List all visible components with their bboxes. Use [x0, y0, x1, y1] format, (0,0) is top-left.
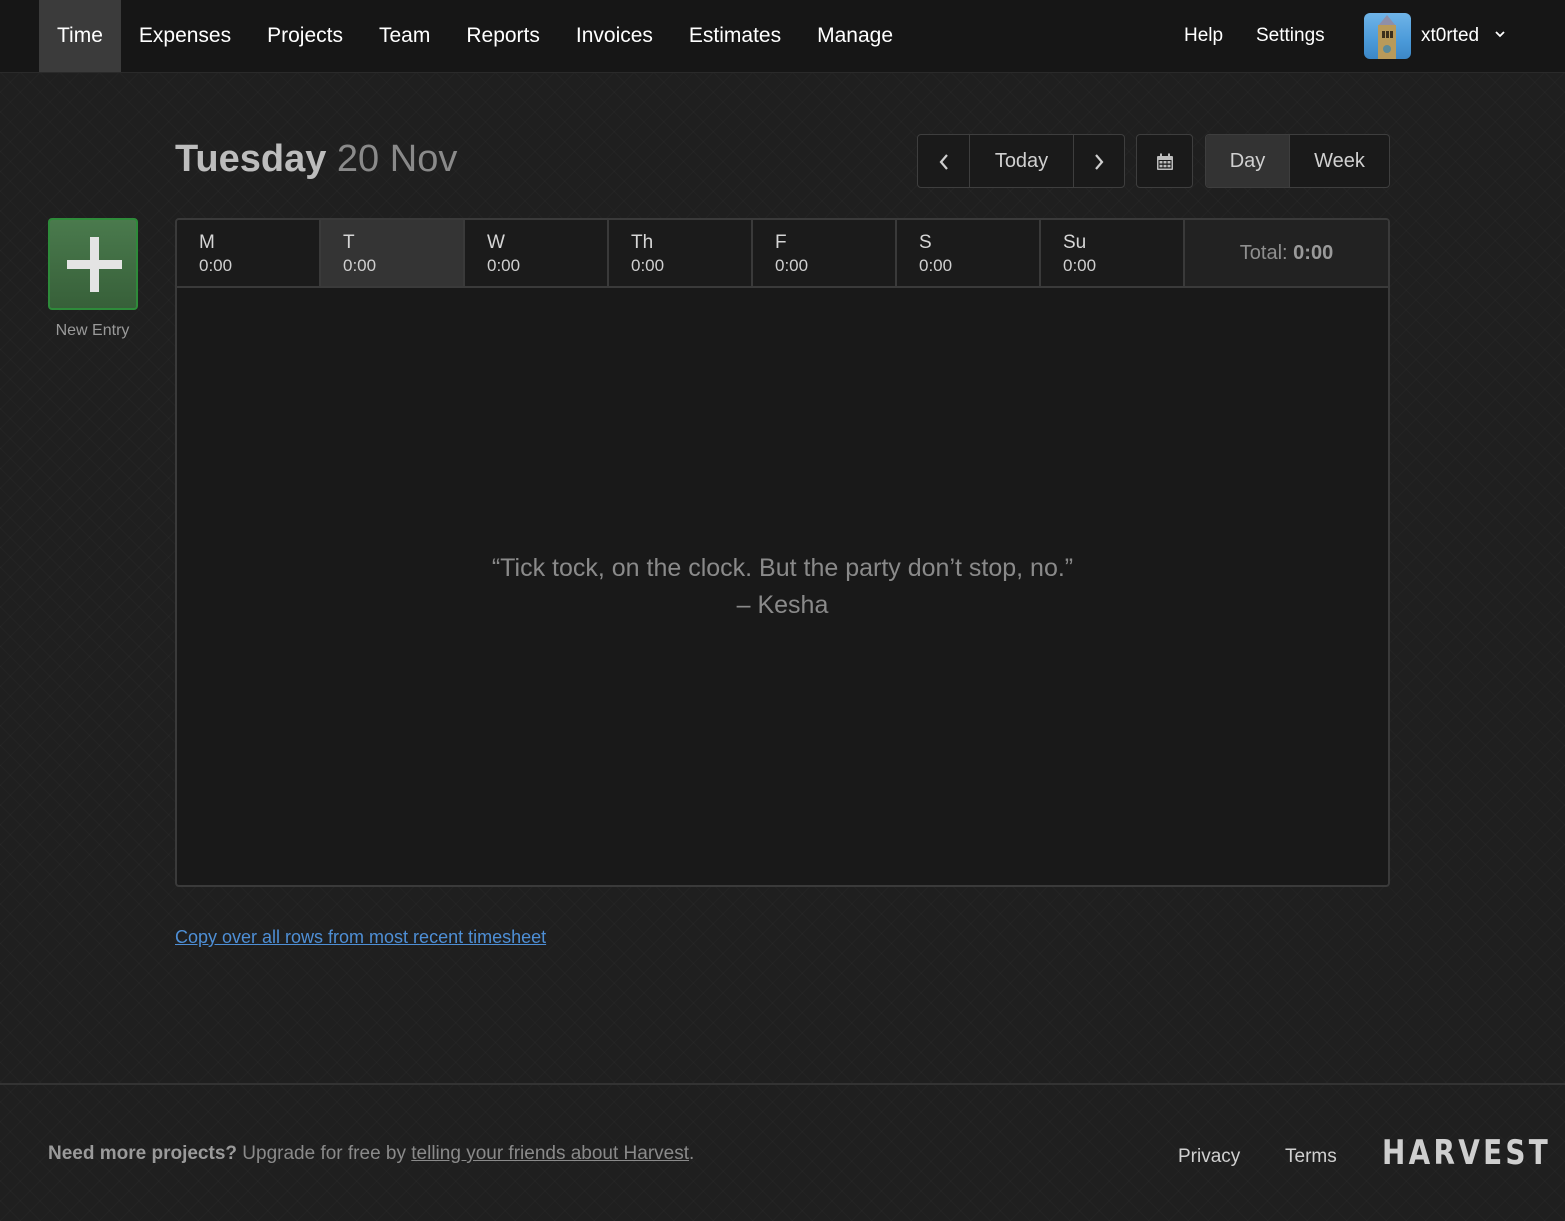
- week-day-strip: M 0:00 T 0:00 W 0:00 Th 0:00 F 0:00 S 0:…: [177, 220, 1388, 288]
- calendar-picker: [1136, 134, 1193, 188]
- footer: Need more projects? Upgrade for free by …: [0, 1083, 1565, 1221]
- nav-item-estimates[interactable]: Estimates: [671, 0, 799, 72]
- date-label: 20 Nov: [336, 138, 458, 180]
- day-tab-wednesday[interactable]: W 0:00: [465, 220, 609, 286]
- timesheet-panel: M 0:00 T 0:00 W 0:00 Th 0:00 F 0:00 S 0:…: [175, 218, 1390, 887]
- top-navigation: Time Expenses Projects Team Reports Invo…: [0, 0, 1565, 73]
- quote-author: – Kesha: [736, 591, 829, 619]
- page-title: Tuesday 20 Nov: [175, 136, 457, 182]
- privacy-link[interactable]: Privacy: [1178, 1146, 1240, 1168]
- user-avatar[interactable]: [1364, 13, 1411, 59]
- main-nav: Time Expenses Projects Team Reports Invo…: [39, 0, 911, 72]
- chevron-left-icon: [939, 154, 948, 170]
- week-total: Total: 0:00: [1185, 220, 1388, 286]
- day-label: W: [487, 232, 505, 253]
- day-tab-saturday[interactable]: S 0:00: [897, 220, 1041, 286]
- calendar-icon: [1156, 153, 1173, 170]
- upgrade-message-end: .: [689, 1143, 695, 1164]
- upgrade-message: Need more projects? Upgrade for free by …: [48, 1143, 694, 1165]
- nav-item-invoices[interactable]: Invoices: [558, 0, 671, 72]
- nav-item-reports[interactable]: Reports: [448, 0, 558, 72]
- day-label: F: [775, 232, 787, 253]
- date-navigation: Today: [917, 134, 1125, 188]
- nav-item-expenses[interactable]: Expenses: [121, 0, 249, 72]
- settings-link[interactable]: Settings: [1256, 0, 1325, 72]
- day-total: 0:00: [1063, 256, 1097, 275]
- chevron-right-icon: [1095, 154, 1104, 170]
- avatar-window: [1382, 31, 1385, 38]
- day-total: 0:00: [775, 256, 809, 275]
- day-tab-tuesday[interactable]: T 0:00: [321, 220, 465, 286]
- next-day-button[interactable]: [1074, 135, 1124, 187]
- new-entry-label: New Entry: [55, 322, 130, 339]
- previous-day-button[interactable]: [918, 135, 970, 187]
- nav-item-projects[interactable]: Projects: [249, 0, 361, 72]
- calendar-button[interactable]: [1137, 135, 1192, 187]
- day-total: 0:00: [487, 256, 521, 275]
- day-label: Su: [1063, 232, 1087, 253]
- day-label: M: [199, 232, 215, 253]
- week-view-button[interactable]: Week: [1290, 135, 1389, 187]
- view-toggle: Day Week: [1205, 134, 1390, 188]
- terms-link[interactable]: Terms: [1285, 1146, 1337, 1168]
- upgrade-message-bold: Need more projects?: [48, 1143, 237, 1164]
- empty-state-quote: “Tick tock, on the clock. But the party …: [177, 550, 1388, 624]
- avatar-clock: [1383, 45, 1391, 53]
- upgrade-message-text: Upgrade for free by: [237, 1143, 412, 1164]
- plus-icon-vertical: [90, 237, 99, 292]
- nav-item-manage[interactable]: Manage: [799, 0, 911, 72]
- chevron-down-icon[interactable]: [1493, 27, 1507, 41]
- day-label: Th: [631, 232, 654, 253]
- day-label: S: [919, 232, 932, 253]
- week-total-value: 0:00: [1293, 242, 1334, 264]
- day-tab-friday[interactable]: F 0:00: [753, 220, 897, 286]
- avatar-window: [1390, 31, 1393, 38]
- day-tab-thursday[interactable]: Th 0:00: [609, 220, 753, 286]
- day-view-button[interactable]: Day: [1206, 135, 1290, 187]
- tell-friends-link[interactable]: telling your friends about Harvest: [411, 1143, 689, 1164]
- copy-previous-timesheet-link[interactable]: Copy over all rows from most recent time…: [175, 927, 546, 948]
- day-total: 0:00: [631, 256, 665, 275]
- avatar-window: [1386, 31, 1389, 38]
- quote-text: “Tick tock, on the clock. But the party …: [491, 554, 1074, 582]
- nav-item-time[interactable]: Time: [39, 0, 121, 72]
- new-entry-button[interactable]: [48, 218, 138, 310]
- user-menu-name[interactable]: xt0rted: [1421, 0, 1479, 72]
- day-total: 0:00: [199, 256, 233, 275]
- today-button[interactable]: Today: [970, 135, 1074, 187]
- day-total: 0:00: [919, 256, 953, 275]
- weekday-label: Tuesday: [175, 138, 327, 180]
- help-link[interactable]: Help: [1184, 0, 1223, 72]
- day-tab-monday[interactable]: M 0:00: [177, 220, 321, 286]
- day-label: T: [343, 232, 355, 253]
- harvest-logo[interactable]: HARVEST: [1382, 1133, 1551, 1173]
- day-tab-sunday[interactable]: Su 0:00: [1041, 220, 1185, 286]
- day-total: 0:00: [343, 256, 377, 275]
- week-total-label: Total:: [1239, 242, 1288, 264]
- nav-item-team[interactable]: Team: [361, 0, 448, 72]
